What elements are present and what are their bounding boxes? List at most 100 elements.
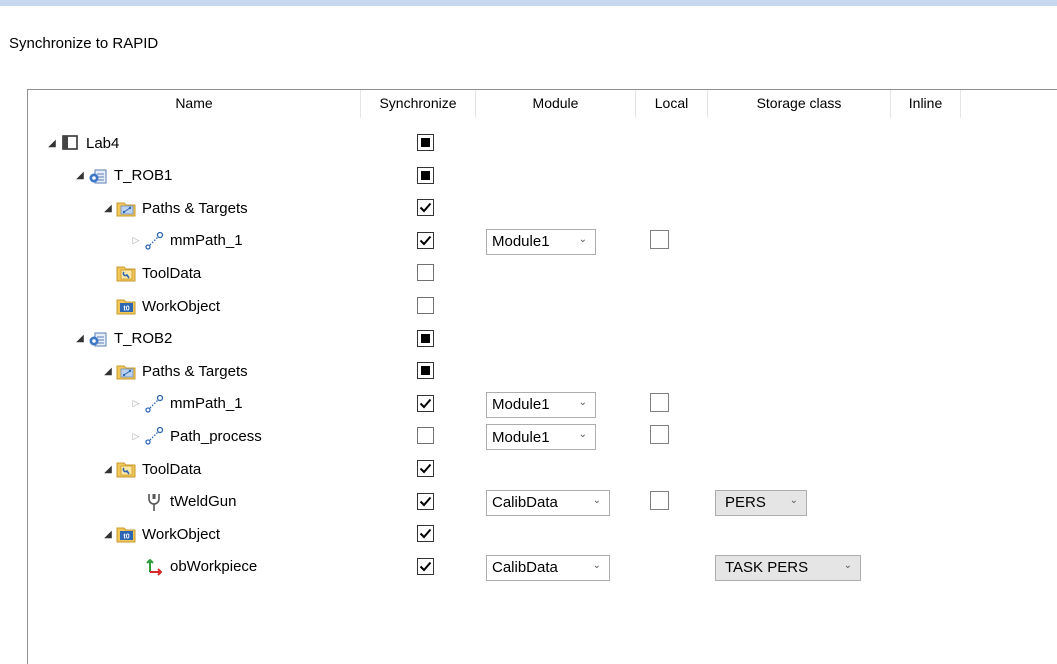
tree-node-label[interactable]: mmPath_1 — [170, 232, 243, 249]
column-header-inline[interactable]: Inline — [891, 90, 961, 118]
column-header-module[interactable]: Module — [476, 90, 636, 118]
synchronize-checkbox[interactable] — [417, 492, 434, 510]
synchronize-checkbox[interactable] — [417, 525, 434, 543]
tool-icon — [144, 492, 164, 512]
module-dropdown[interactable]: Module1 ⌄ — [486, 424, 596, 451]
tree-row[interactable]: ◢ T_ROB1 — [28, 160, 1057, 192]
tree-node-label[interactable]: tWeldGun — [170, 493, 236, 510]
local-checkbox[interactable] — [650, 490, 669, 510]
station-icon — [60, 133, 80, 153]
synchronize-checkbox[interactable] — [417, 231, 434, 249]
synchronize-checkbox[interactable] — [417, 557, 434, 575]
synchronize-checkbox[interactable] — [417, 297, 434, 314]
collapse-arrow-icon[interactable]: ◢ — [100, 529, 116, 540]
workobject-folder-icon: t0 — [116, 296, 136, 316]
tree-node-label[interactable]: WorkObject — [142, 526, 220, 543]
synchronize-checkbox[interactable] — [417, 264, 434, 282]
synchronize-checkbox[interactable] — [417, 134, 434, 151]
tree-row[interactable]: t0 WorkObject — [28, 290, 1057, 322]
collapse-arrow-icon[interactable]: ◢ — [72, 170, 88, 181]
storage-class-value: PERS — [725, 494, 766, 512]
tree-node-label[interactable]: ToolData — [142, 461, 201, 478]
module-dropdown-value: Module1 — [492, 396, 550, 414]
chevron-down-icon: ⌄ — [843, 559, 852, 571]
tree-row[interactable]: ◢ Paths & Targets — [28, 355, 1057, 387]
svg-text:t0: t0 — [123, 306, 129, 313]
tree-node-label[interactable]: T_ROB2 — [114, 330, 172, 347]
synchronize-checkbox[interactable] — [417, 427, 434, 445]
synchronize-checkbox[interactable] — [417, 394, 434, 412]
column-header-name[interactable]: Name — [28, 90, 361, 118]
local-checkbox[interactable] — [650, 392, 669, 412]
expand-arrow-icon[interactable]: ▷ — [128, 398, 144, 409]
window-title-bar — [0, 0, 1057, 6]
tree-row[interactable]: ◢ Paths & Targets — [28, 192, 1057, 224]
module-dropdown[interactable]: Module1 ⌄ — [486, 391, 596, 418]
task-icon — [88, 166, 108, 186]
tree-row[interactable]: ToolData — [28, 257, 1057, 289]
local-checkbox[interactable] — [650, 229, 669, 249]
tree-row[interactable]: ◢ ToolData — [28, 453, 1057, 485]
chevron-down-icon: ⌄ — [578, 396, 587, 408]
tree-node-label[interactable]: Paths & Targets — [142, 200, 248, 217]
tree-node-label[interactable]: ToolData — [142, 265, 201, 282]
collapse-arrow-icon[interactable]: ◢ — [100, 203, 116, 214]
tree-node: ToolData — [100, 257, 201, 289]
module-dropdown[interactable]: Module1 ⌄ — [486, 228, 596, 255]
tooldata-folder-icon — [116, 459, 136, 479]
collapse-arrow-icon[interactable]: ◢ — [100, 464, 116, 475]
chevron-down-icon: ⌄ — [578, 429, 587, 441]
tree-node-label[interactable]: obWorkpiece — [170, 558, 257, 575]
tree-node: t0 WorkObject — [100, 290, 220, 322]
tree-row[interactable]: ◢ Lab4 — [28, 127, 1057, 159]
tree-node-label[interactable]: Path_process — [170, 428, 262, 445]
tree-node-label[interactable]: WorkObject — [142, 298, 220, 315]
tree-node: ◢ ToolData — [100, 453, 201, 485]
tree-node: ◢ Paths & Targets — [100, 192, 248, 224]
tree-row[interactable]: ▷ Path_process Module1 ⌄ — [28, 420, 1057, 452]
tree-row[interactable]: ▷ mmPath_1 Module1 ⌄ — [28, 388, 1057, 420]
tree-node-label[interactable]: Lab4 — [86, 135, 119, 152]
collapse-arrow-icon[interactable]: ◢ — [72, 333, 88, 344]
column-header-synchronize[interactable]: Synchronize — [361, 90, 476, 118]
path-icon — [144, 426, 164, 446]
task-icon — [88, 329, 108, 349]
module-dropdown[interactable]: CalibData ⌄ — [486, 489, 610, 516]
synchronize-checkbox[interactable] — [417, 329, 434, 347]
column-header-local[interactable]: Local — [636, 90, 708, 118]
tree-row[interactable]: obWorkpiece CalibData ⌄ TASK PERS ⌄ — [28, 551, 1057, 583]
tree-node: ◢ T_ROB1 — [72, 160, 172, 192]
tree-node: ◢ T_ROB2 — [72, 323, 172, 355]
tree-node-label[interactable]: T_ROB1 — [114, 167, 172, 184]
synchronize-checkbox[interactable] — [417, 362, 434, 380]
storage-class-dropdown[interactable]: PERS ⌄ — [715, 489, 807, 516]
tree-node: ▷ mmPath_1 — [128, 388, 243, 420]
expand-arrow-icon[interactable]: ▷ — [128, 431, 144, 442]
synchronize-checkbox[interactable] — [417, 460, 434, 477]
tree-node: ◢ t0 WorkObject — [100, 518, 220, 550]
tree-row[interactable]: ▷ mmPath_1 Module1 ⌄ — [28, 225, 1057, 257]
local-checkbox[interactable] — [650, 425, 669, 445]
collapse-arrow-icon[interactable]: ◢ — [44, 138, 60, 149]
tree-node: obWorkpiece — [128, 551, 257, 583]
tree-node-label[interactable]: mmPath_1 — [170, 395, 243, 412]
tooldata-folder-icon — [116, 263, 136, 283]
module-dropdown[interactable]: CalibData ⌄ — [486, 554, 610, 581]
tree-row[interactable]: ◢ T_ROB2 — [28, 323, 1057, 355]
chevron-down-icon: ⌄ — [789, 494, 798, 506]
collapse-arrow-icon[interactable]: ◢ — [100, 366, 116, 377]
paths-folder-icon — [116, 198, 136, 218]
tree-node: ▷ mmPath_1 — [128, 225, 243, 257]
path-icon — [144, 231, 164, 251]
tree-node: ◢ Lab4 — [44, 127, 119, 159]
expand-arrow-icon[interactable]: ▷ — [128, 235, 144, 246]
storage-class-value: TASK PERS — [725, 559, 809, 577]
synchronize-checkbox[interactable] — [417, 166, 434, 184]
synchronize-checkbox[interactable] — [417, 199, 434, 217]
module-dropdown-value: Module1 — [492, 233, 550, 251]
storage-class-dropdown[interactable]: TASK PERS ⌄ — [715, 554, 861, 581]
tree-row[interactable]: ◢ t0 WorkObject — [28, 518, 1057, 550]
tree-node-label[interactable]: Paths & Targets — [142, 363, 248, 380]
column-header-storage-class[interactable]: Storage class — [708, 90, 891, 118]
tree-row[interactable]: tWeldGun CalibData ⌄ PERS ⌄ — [28, 486, 1057, 518]
